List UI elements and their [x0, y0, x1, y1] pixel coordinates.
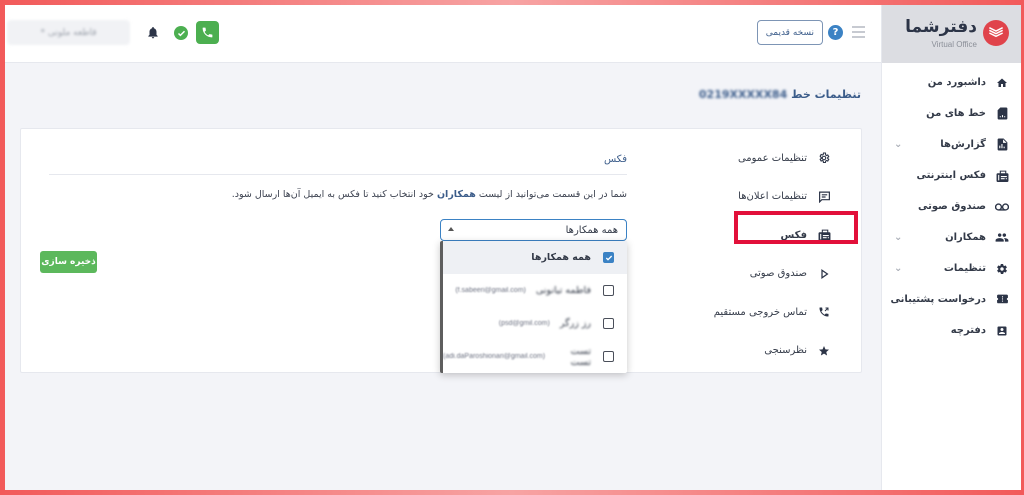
sidebar-item-voicemail[interactable]: صندوق صوتی: [882, 191, 1021, 222]
tab-notification-settings[interactable]: تنظیمات اعلان‌ها: [711, 178, 831, 217]
brand-name: دفترشما: [905, 17, 977, 37]
sidebar-item-label: خط های من: [926, 108, 986, 119]
top-header: ? نسخه قدیمی قاطعه ملونی *: [5, 5, 881, 63]
option-colleague[interactable]: رز زرگر (psd@gmil.com): [443, 307, 627, 340]
app-window: ? نسخه قدیمی قاطعه ملونی * دفترشما Virtu…: [5, 5, 1021, 490]
voicemail-icon: [995, 200, 1009, 214]
sidebar-item-support-request[interactable]: درخواست پشتیبانی: [882, 284, 1021, 315]
sidebar-item-colleagues[interactable]: همکاران ⌄: [882, 222, 1021, 253]
sidebar-item-label: دفترچه: [950, 325, 986, 336]
ticket-icon: [995, 293, 1009, 307]
brand-logo-icon: [983, 20, 1009, 46]
checkbox[interactable]: [603, 318, 614, 329]
contacts-icon: [995, 324, 1009, 338]
help-icon[interactable]: ?: [828, 25, 843, 40]
tab-label: تماس خروجی مستقیم: [713, 306, 807, 318]
option-email: (psd@gmil.com): [498, 320, 550, 327]
sidebar-item-reports[interactable]: گزارش‌ها ⌄: [882, 129, 1021, 160]
users-icon: [995, 231, 1009, 245]
report-icon: [995, 138, 1009, 152]
caret-up-icon: [448, 227, 454, 231]
sidebar-item-label: داشبورد من: [927, 77, 986, 88]
checkbox-checked[interactable]: [603, 252, 614, 263]
tab-label: فکس: [780, 229, 808, 241]
tab-survey[interactable]: نظرسنجی: [711, 332, 831, 371]
option-colleague[interactable]: تست تست (adi.daParoshionari@gmail.com): [443, 340, 627, 373]
chevron-down-icon: ⌄: [894, 232, 903, 243]
star-icon: [817, 344, 831, 358]
brand-subtitle: Virtual Office: [931, 40, 977, 49]
sidebar-item-label: تنظیمات: [943, 263, 986, 274]
section-divider: [49, 174, 627, 175]
chevron-down-icon: ⌄: [894, 263, 903, 274]
sidebar-item-phonebook[interactable]: دفترچه: [882, 315, 1021, 346]
tab-label: تنظیمات اعلان‌ها: [738, 191, 807, 203]
sidebar-item-label: فکس اینترنتی: [916, 170, 986, 181]
option-colleague[interactable]: فاطمه تیانونی (f.sabeeri@gmail.com): [443, 274, 627, 307]
option-label: رز زرگر: [559, 318, 591, 329]
sidebar-item-label: درخواست پشتیبانی: [890, 294, 987, 305]
option-email: (f.sabeeri@gmail.com): [455, 287, 526, 294]
message-icon: [817, 190, 831, 204]
colleague-select[interactable]: همه همکارها: [440, 219, 627, 241]
chevron-down-icon: ⌄: [894, 139, 903, 150]
sidebar-item-settings[interactable]: تنظیمات ⌄: [882, 253, 1021, 284]
page-title: تنظیمات خط 0219XXXXX84: [699, 88, 861, 101]
tab-fax[interactable]: فکس: [711, 216, 831, 255]
sidebar-item-label: صندوق صوتی: [918, 201, 986, 212]
phone-icon: [202, 27, 213, 38]
page-title-prefix: تنظیمات خط: [791, 88, 861, 101]
tab-label: صندوق صوتی: [749, 268, 807, 280]
sidebar-item-label: همکاران: [945, 232, 986, 243]
tab-label: تنظیمات عمومی: [737, 152, 807, 164]
desc-before: شما در این قسمت می‌توانید از لیست: [478, 189, 627, 200]
fax-icon: [995, 169, 1009, 183]
online-check-icon: [174, 26, 188, 40]
option-email: (adi.daParoshionari@gmail.com): [443, 353, 546, 360]
checkbox[interactable]: [603, 285, 614, 296]
play-icon: [817, 267, 831, 281]
settings-card: تنظیمات عمومی تنظیمات اعلان‌ها فکس صندوق…: [20, 128, 862, 373]
bell-icon[interactable]: [146, 25, 160, 44]
sidebar-item-internet-fax[interactable]: فکس اینترنتی: [882, 160, 1021, 191]
tab-direct-outgoing-call[interactable]: تماس خروجی مستقیم: [711, 293, 831, 332]
line-number: 0219XXXXX84: [698, 88, 788, 101]
logo-area: دفترشما Virtual Office: [882, 5, 1021, 63]
checkbox[interactable]: [603, 351, 614, 362]
gear-icon: [995, 262, 1009, 276]
save-button[interactable]: ذخیره سازی: [40, 251, 97, 273]
sidebar-item-dashboard[interactable]: داشبورد من: [882, 67, 1021, 98]
option-all-colleagues[interactable]: همه همکارها: [443, 241, 627, 274]
option-label: تست تست: [570, 345, 591, 368]
sidebar: دفترشما Virtual Office داشبورد من خط های…: [881, 5, 1021, 490]
sidebar-item-label: گزارش‌ها: [940, 139, 986, 150]
select-value: همه همکارها: [565, 224, 618, 236]
sim-icon: [995, 107, 1009, 121]
gear-icon: [817, 151, 831, 165]
desc-after: خود انتخاب کنید تا فکس به ایمیل آن‌ها ار…: [231, 189, 434, 200]
phone-status-button[interactable]: [196, 21, 219, 44]
tab-label: نظرسنجی: [764, 345, 807, 357]
outgoing-call-icon: [817, 305, 831, 319]
fax-description: شما در این قسمت می‌توانید از لیست همکارا…: [232, 189, 627, 200]
sidebar-item-my-lines[interactable]: خط های من: [882, 98, 1021, 129]
option-label: فاطمه تیانونی: [535, 285, 591, 296]
colleagues-link[interactable]: همکاران: [437, 189, 476, 200]
fax-icon: [817, 228, 831, 242]
sidebar-nav: داشبورد من خط های من گزارش‌ها ⌄ فکس اینت…: [882, 67, 1021, 346]
fax-section-title: فکس: [603, 154, 627, 165]
company-name-box[interactable]: قاطعه ملونی *: [7, 20, 130, 45]
old-version-button[interactable]: نسخه قدیمی: [756, 20, 823, 45]
settings-sub-nav: تنظیمات عمومی تنظیمات اعلان‌ها فکس صندوق…: [711, 139, 831, 370]
colleague-dropdown: همه همکارها فاطمه تیانونی (f.sabeeri@gma…: [440, 241, 627, 373]
tab-voicemail[interactable]: صندوق صوتی: [711, 255, 831, 294]
tab-general-settings[interactable]: تنظیمات عمومی: [711, 139, 831, 178]
option-label: همه همکارها: [531, 252, 591, 263]
home-icon: [995, 76, 1009, 90]
hamburger-menu-icon[interactable]: [852, 26, 865, 41]
